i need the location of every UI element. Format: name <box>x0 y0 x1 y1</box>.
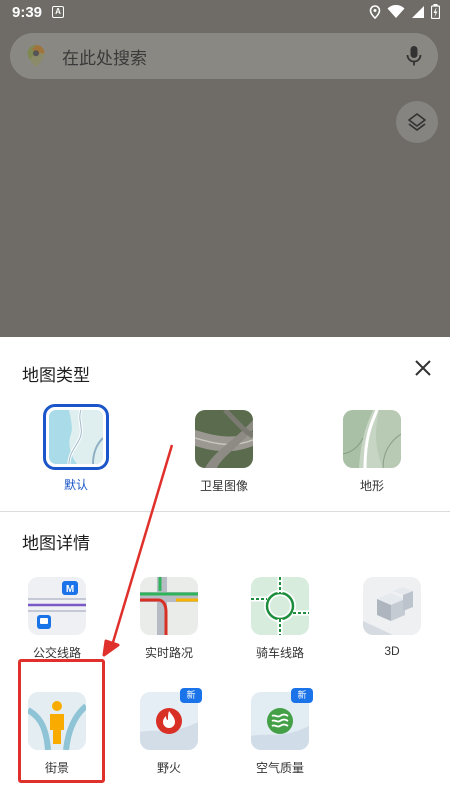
notification-icon: A <box>52 6 64 18</box>
terrain-map-thumbnail <box>343 410 401 468</box>
layers-button[interactable] <box>396 101 438 143</box>
map-type-default[interactable]: 默认 <box>26 404 126 493</box>
satellite-map-thumbnail <box>195 410 253 468</box>
wildfires-thumbnail: 新 <box>140 688 202 750</box>
new-badge: 新 <box>291 688 313 703</box>
detail-3d[interactable]: 3D <box>342 577 442 658</box>
default-map-thumbnail <box>43 404 109 470</box>
map-type-label: 卫星图像 <box>199 479 248 493</box>
map-type-label: 默认 <box>63 478 88 492</box>
status-time: 9:39 <box>12 4 43 21</box>
detail-label: 空气质量 <box>255 761 304 775</box>
map-layers-sheet: 地图类型 默认 卫星图像 地形 地图详情 M 公交线路 实时路况 骑车线路 3D… <box>0 337 450 800</box>
microphone-icon[interactable] <box>404 44 424 68</box>
bicycling-thumbnail <box>251 577 309 635</box>
detail-traffic[interactable]: 实时路况 <box>119 577 219 661</box>
layers-icon <box>408 113 426 131</box>
search-input[interactable]: 在此处搜索 <box>62 44 404 69</box>
detail-wildfires[interactable]: 新 野火 <box>119 688 219 776</box>
detail-label: 野火 <box>156 761 181 775</box>
map-type-satellite[interactable]: 卫星图像 <box>174 410 274 494</box>
search-bar[interactable]: 在此处搜索 <box>10 33 438 79</box>
new-badge: 新 <box>180 688 202 703</box>
close-icon[interactable] <box>410 355 436 381</box>
highlight-box <box>18 659 105 783</box>
detail-air-quality[interactable]: 新 空气质量 <box>230 688 330 776</box>
section-divider <box>0 511 450 512</box>
signal-icon <box>412 5 424 18</box>
svg-text:M: M <box>66 584 74 595</box>
battery-icon <box>431 4 440 19</box>
location-icon <box>369 4 381 19</box>
3d-thumbnail <box>363 577 421 635</box>
detail-label: 骑车线路 <box>255 646 304 660</box>
maps-logo-icon <box>27 45 45 67</box>
detail-transit[interactable]: M 公交线路 <box>7 577 107 661</box>
air-quality-thumbnail: 新 <box>251 688 313 750</box>
map-type-terrain[interactable]: 地形 <box>322 410 422 494</box>
traffic-thumbnail <box>140 577 198 635</box>
wifi-icon <box>387 4 405 18</box>
detail-label: 3D <box>384 644 400 658</box>
detail-label: 实时路况 <box>144 646 193 660</box>
map-type-label: 地形 <box>359 479 384 493</box>
map-type-title: 地图类型 <box>22 366 90 385</box>
status-icons <box>369 4 440 19</box>
transit-thumbnail: M <box>28 577 86 635</box>
detail-bicycling[interactable]: 骑车线路 <box>230 577 330 661</box>
map-detail-title: 地图详情 <box>22 534 90 553</box>
status-bar: 9:39 A <box>0 0 450 26</box>
